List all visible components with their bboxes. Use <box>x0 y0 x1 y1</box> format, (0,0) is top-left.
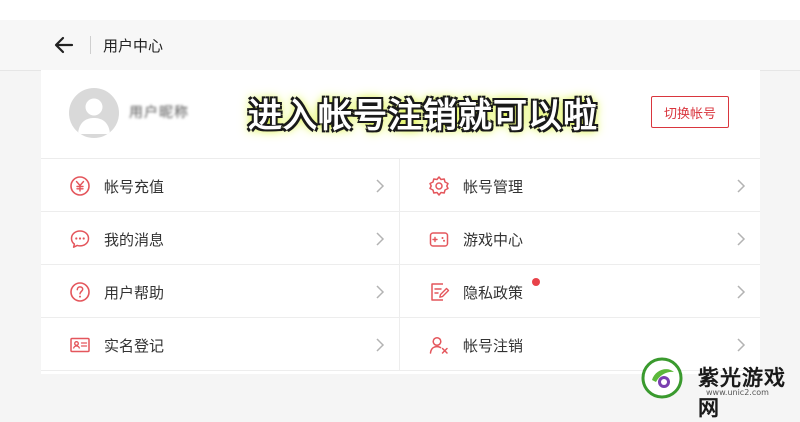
top-bar <box>0 0 800 20</box>
chevron-right-icon <box>737 285 746 299</box>
menu-item-label: 用户帮助 <box>104 284 165 302</box>
chevron-right-icon <box>737 338 746 352</box>
menu-item-help[interactable]: 用户帮助 <box>41 265 400 318</box>
question-icon <box>70 282 90 302</box>
header: 用户中心 <box>0 20 800 71</box>
user-remove-icon <box>429 336 448 354</box>
gear-icon <box>429 176 449 196</box>
header-divider <box>90 36 91 54</box>
id-card-icon <box>70 337 90 353</box>
menu-item-label: 我的消息 <box>104 231 165 249</box>
menu-item-real-name-registration[interactable]: 实名登记 <box>41 318 400 371</box>
menu-item-label: 帐号管理 <box>463 178 524 196</box>
menu-item-recharge[interactable]: 帐号充值 <box>41 159 400 212</box>
menu-item-messages[interactable]: 我的消息 <box>41 212 400 265</box>
menu-grid: 帐号充值 帐号管理 我的消息 游戏中心 用户帮助 隐私政策 实名登记 帐号注销 <box>41 159 760 373</box>
site-watermark: 紫光游戏网 www.unic2.com <box>640 356 800 420</box>
chevron-right-icon <box>737 232 746 246</box>
menu-item-privacy-policy[interactable]: 隐私政策 <box>400 265 760 318</box>
profile-section: 用户昵称 进入帐号注销就可以啦 切换帐号 <box>41 70 760 159</box>
policy-icon <box>431 283 450 301</box>
default-avatar-icon <box>78 98 110 134</box>
chevron-right-icon <box>376 285 385 299</box>
menu-item-label: 游戏中心 <box>463 231 524 249</box>
switch-account-button[interactable]: 切换帐号 <box>651 96 729 128</box>
chevron-right-icon <box>737 179 746 193</box>
avatar[interactable] <box>69 88 119 138</box>
menu-item-label: 帐号充值 <box>104 178 165 196</box>
menu-item-label: 帐号注销 <box>463 337 524 355</box>
arrow-left-icon <box>54 36 74 54</box>
gamepad-icon <box>429 232 449 247</box>
chevron-right-icon <box>376 338 385 352</box>
site-logo <box>641 357 683 399</box>
username: 用户昵称 <box>129 105 189 121</box>
page-title: 用户中心 <box>103 37 164 55</box>
menu-item-game-center[interactable]: 游戏中心 <box>400 212 760 265</box>
user-center-card: 用户昵称 进入帐号注销就可以啦 切换帐号 帐号充值 帐号管理 我的消息 游戏中心… <box>41 70 760 374</box>
menu-item-account-management[interactable]: 帐号管理 <box>400 159 760 212</box>
chevron-right-icon <box>376 179 385 193</box>
back-button[interactable] <box>52 33 76 57</box>
notification-dot <box>532 278 540 286</box>
message-icon <box>70 230 90 248</box>
menu-item-label: 隐私政策 <box>463 284 524 302</box>
chevron-right-icon <box>376 232 385 246</box>
overlay-caption: 进入帐号注销就可以啦 <box>248 96 598 136</box>
watermark-url: www.unic2.com <box>706 388 769 397</box>
menu-item-label: 实名登记 <box>104 337 165 355</box>
yen-icon <box>70 176 90 196</box>
